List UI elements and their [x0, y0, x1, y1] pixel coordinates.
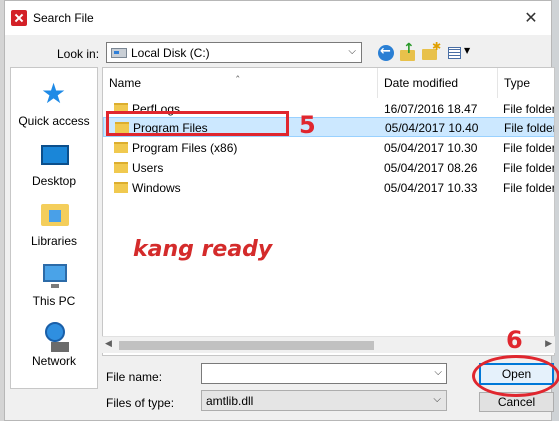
file-name: Windows: [132, 181, 181, 195]
view-details-icon: [448, 47, 461, 59]
file-row-windows[interactable]: Windows 05/04/2017 10.33 File folder: [103, 177, 555, 197]
folder-icon: [114, 142, 128, 153]
file-date: 05/04/2017 10.30: [384, 141, 478, 155]
annotation-overlay-text: kang ready: [133, 237, 273, 262]
file-type: File folder: [503, 141, 555, 155]
column-header-name[interactable]: Name ˆ: [103, 68, 377, 98]
dropdown-arrow-icon: ▼: [464, 46, 471, 55]
place-label: Libraries: [30, 234, 78, 248]
look-in-combobox[interactable]: Local Disk (C:) ⌵: [106, 42, 362, 63]
sparkle-icon: ✱: [432, 40, 442, 53]
place-network[interactable]: Network: [11, 316, 97, 372]
chevron-down-icon[interactable]: ⌵: [433, 394, 441, 405]
annotation-step-6: 6: [506, 326, 523, 354]
scroll-right-icon[interactable]: ▶: [545, 339, 552, 349]
place-desktop[interactable]: Desktop: [11, 136, 97, 192]
this-pc-icon: [43, 264, 67, 288]
file-name-label: File name:: [106, 370, 163, 384]
place-libraries[interactable]: Libraries: [11, 196, 97, 252]
app-icon: [11, 10, 27, 26]
annotation-step-5: 5: [299, 111, 316, 139]
horizontal-scrollbar[interactable]: ◀ ▶: [102, 336, 555, 353]
scrollbar-thumb[interactable]: [119, 341, 374, 350]
files-of-type-select[interactable]: amtlib.dll ⌵: [201, 390, 447, 411]
folder-icon: [114, 182, 128, 193]
chevron-down-icon[interactable]: ⌵: [348, 46, 356, 57]
file-name-input[interactable]: ⌵: [201, 363, 447, 384]
file-name: Users: [132, 161, 164, 175]
dialog-title: Search File: [33, 11, 94, 25]
file-row-program-files-x86[interactable]: Program Files (x86) 05/04/2017 10.30 Fil…: [103, 137, 555, 157]
file-type: File folder: [503, 161, 555, 175]
scroll-left-icon[interactable]: ◀: [105, 339, 112, 349]
file-type: File folder: [503, 181, 555, 195]
close-button[interactable]: ✕: [519, 7, 543, 29]
column-header-type[interactable]: Type: [498, 68, 554, 98]
back-button[interactable]: [376, 43, 396, 63]
network-icon: [45, 322, 69, 352]
sort-ascending-icon: ˆ: [235, 74, 241, 87]
file-date: 05/04/2017 08.26: [384, 161, 478, 175]
search-file-dialog: Search File ✕ Look in: Local Disk (C:) ⌵…: [4, 0, 559, 421]
desktop-icon: [41, 145, 69, 165]
annotation-highlight-box: [106, 111, 289, 136]
create-new-folder-button[interactable]: ✱: [421, 40, 442, 63]
place-label: Quick access: [18, 114, 90, 128]
back-arrow-icon: [378, 44, 394, 61]
view-menu-button[interactable]: ▼: [447, 43, 473, 63]
quick-access-star-icon: ★: [41, 77, 67, 110]
file-date: 05/04/2017 10.40: [385, 121, 479, 135]
title-bar: Search File ✕: [5, 1, 551, 35]
file-date: 05/04/2017 10.33: [384, 181, 478, 195]
places-bar: ★ Quick access Desktop Libraries This PC…: [10, 67, 98, 389]
chevron-down-icon[interactable]: ⌵: [434, 367, 442, 378]
files-of-type-label: Files of type:: [106, 396, 175, 410]
file-name: Program Files (x86): [132, 141, 238, 155]
up-one-level-button[interactable]: ↑: [398, 41, 418, 63]
file-date: 16/07/2016 18.47: [384, 102, 478, 116]
look-in-value: Local Disk (C:): [131, 46, 210, 60]
place-label: Desktop: [31, 174, 77, 188]
file-type: File folder: [503, 102, 555, 116]
annotation-highlight-ellipse: [472, 355, 559, 397]
files-of-type-value: amtlib.dll: [206, 394, 254, 408]
column-header-date-modified[interactable]: Date modified: [378, 68, 497, 98]
place-label: This PC: [32, 294, 76, 308]
place-label: Network: [31, 354, 76, 368]
file-row-users[interactable]: Users 05/04/2017 08.26 File folder: [103, 157, 555, 177]
place-this-pc[interactable]: This PC: [11, 256, 97, 312]
local-disk-icon: [111, 48, 127, 58]
look-in-label: Look in:: [57, 47, 100, 61]
file-type: File folder: [504, 121, 555, 135]
up-arrow-icon: ↑: [403, 41, 415, 57]
place-quick-access[interactable]: ★ Quick access: [11, 76, 97, 132]
folder-icon: [114, 162, 128, 173]
libraries-icon: [41, 204, 69, 226]
